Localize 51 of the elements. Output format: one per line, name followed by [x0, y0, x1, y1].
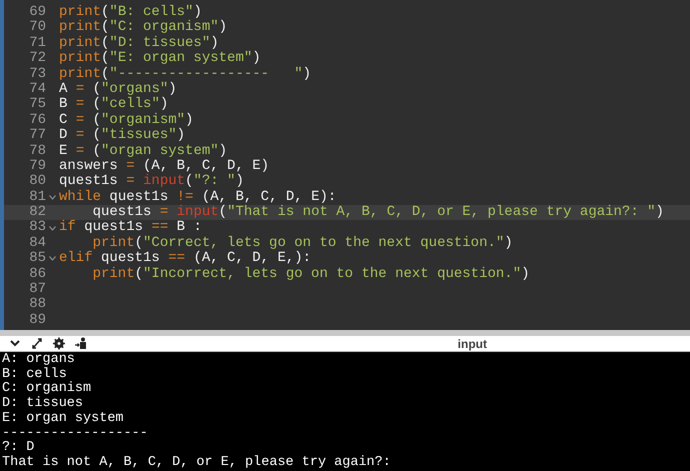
line-number: 89: [29, 312, 46, 328]
line-number: 76: [29, 112, 46, 128]
console-line: D: tissues: [1, 397, 84, 412]
line-number: 75: [29, 97, 46, 113]
line-number: 82: [29, 205, 46, 220]
code-line: answers = (A, B, C, D, E): [58, 158, 270, 174]
line-number: 81: [29, 190, 46, 206]
line-number: 86: [29, 266, 46, 282]
code-line: while quest1s != (A, B, C, D, E):: [58, 190, 336, 205]
console-line: ?: D: [1, 441, 36, 456]
code-line: print("D: tissues"): [58, 36, 219, 51]
line-number: 71: [29, 36, 46, 52]
code-line: quest1s = input("?: "): [58, 174, 244, 190]
settings-icon[interactable]: [52, 337, 66, 350]
line-number: 74: [29, 82, 46, 98]
line-number: 84: [29, 236, 46, 252]
console-line: E: organ system: [1, 412, 125, 427]
code-line: quest1s = input("That is not A, B, C, D, or E, please try again?: "): [92, 205, 664, 220]
code-line: print("E: organ system"): [58, 51, 261, 66]
line-number: 80: [29, 174, 46, 190]
console-line: C: organism: [1, 382, 92, 396]
code-line: print("Incorrect, lets go on to the next question."): [92, 266, 530, 282]
line-number: 73: [29, 66, 46, 82]
expand-icon[interactable]: [30, 337, 44, 350]
line-number: 70: [29, 20, 46, 36]
code-line: A = ("organs"): [58, 82, 177, 97]
line-number: 78: [29, 144, 46, 159]
code-line: elif quest1s == (A, C, D, E,):: [58, 251, 312, 266]
code-line: print("C: organism"): [58, 20, 228, 36]
line-number: 87: [29, 282, 46, 298]
code-line: C = ("organism"): [58, 112, 194, 128]
code-line: B = ("cells"): [58, 97, 168, 112]
line-number: 69: [29, 5, 46, 20]
console-line: That is not A, B, C, D, or E, please try again?:: [1, 456, 392, 471]
console-line: ------------------: [1, 426, 149, 441]
code-line: E = ("organ system"): [58, 144, 228, 159]
line-number: 83: [29, 220, 46, 236]
console-line: A: organs: [1, 353, 76, 367]
line-number: 85: [29, 251, 46, 267]
code-line: print("------------------ "): [58, 66, 312, 82]
line-number: 88: [29, 297, 46, 313]
line-number: 72: [29, 51, 46, 67]
code-line: print("B: cells"): [58, 5, 202, 20]
console-line: B: cells: [1, 368, 67, 382]
person-arrow-icon[interactable]: [74, 337, 88, 350]
code-line: D = ("tissues"): [58, 128, 186, 144]
line-number: 77: [29, 128, 46, 144]
code-line: print("Correct, lets go on to the next question."): [92, 236, 513, 251]
console-title: input: [458, 336, 487, 352]
code-line: if quest1s == B :: [58, 220, 202, 236]
line-number: 79: [29, 158, 46, 174]
